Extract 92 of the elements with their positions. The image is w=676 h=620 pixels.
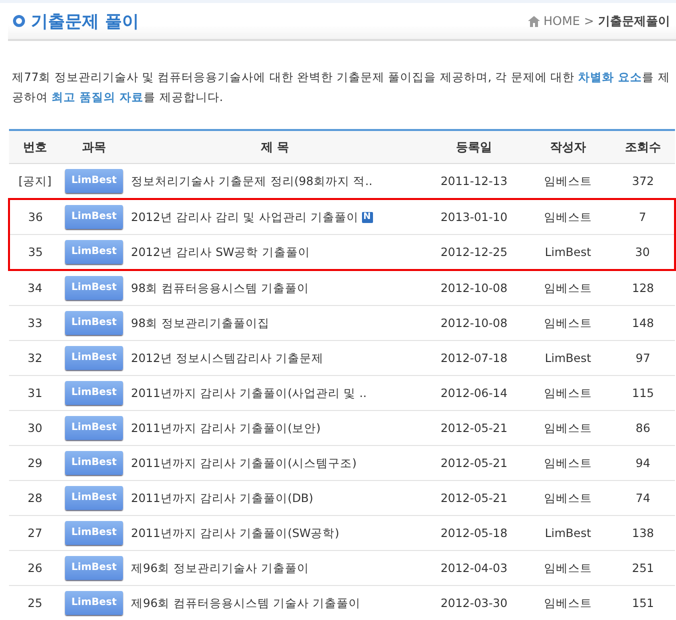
table-cell: 32 — [9, 340, 61, 376]
home-icon — [528, 16, 540, 26]
table-cell: 2012-04-03 — [423, 550, 525, 586]
post-title-link[interactable]: 2011년까지 감리사 기출풀이(시스템구조) — [131, 456, 357, 470]
table-cell: 138 — [611, 516, 675, 550]
post-title-link[interactable]: 제96회 컴퓨터응용시스템 기술사 기출풀이 — [131, 596, 361, 610]
breadcrumb-separator: > — [584, 14, 594, 28]
subject-badge: LimBest — [65, 240, 123, 264]
post-title-link[interactable]: 2011년까지 감리사 기출풀이(사업관리 및 .. — [131, 386, 367, 400]
post-title-link[interactable]: 제96회 정보관리기술사 기출풀이 — [131, 560, 309, 574]
post-title-link[interactable]: 2012년 정보시스템감리사 기출문제 — [131, 350, 324, 364]
table-cell: 372 — [611, 164, 675, 199]
subject-badge: LimBest — [65, 346, 123, 370]
table-cell: 임베스트 — [525, 306, 611, 340]
table-cell: 30 — [9, 410, 61, 446]
column-header: 번호 — [9, 130, 61, 164]
table-cell: 임베스트 — [525, 410, 611, 446]
table-cell: 148 — [611, 306, 675, 340]
table-cell: LimBest — [525, 516, 611, 550]
table-cell: 74 — [611, 480, 675, 516]
subject-badge: LimBest — [65, 311, 123, 335]
table-cell: 임베스트 — [525, 586, 611, 620]
subject-badge: LimBest — [65, 276, 123, 300]
table-cell: 36 — [9, 199, 61, 234]
column-header: 제 목 — [127, 130, 423, 164]
post-title-link[interactable]: 98회 정보관리기출풀이집 — [131, 316, 270, 330]
bullet-icon — [13, 15, 25, 27]
column-header: 조회수 — [611, 130, 675, 164]
table-cell: LimBest — [525, 340, 611, 376]
table-cell: 2012-10-08 — [423, 270, 525, 306]
table-cell: 35 — [9, 234, 61, 270]
table-cell: [공지] — [9, 164, 61, 199]
table-cell: 2012-05-21 — [423, 410, 525, 446]
post-title-link[interactable]: 정보처리기술사 기출문제 정리(98회까지 적.. — [131, 174, 372, 188]
table-cell: 2011-12-13 — [423, 164, 525, 199]
table-cell: 29 — [9, 446, 61, 480]
table-cell: 2012-07-18 — [423, 340, 525, 376]
table-cell: 128 — [611, 270, 675, 306]
table-cell: 2012-05-21 — [423, 446, 525, 480]
table-cell: 97 — [611, 340, 675, 376]
subject-badge: LimBest — [65, 451, 123, 475]
table-cell: 임베스트 — [525, 270, 611, 306]
subject-badge: LimBest — [65, 486, 123, 510]
table-cell: LimBest — [525, 234, 611, 270]
post-title-link[interactable]: 2012년 감리사 SW공학 기출풀이 — [131, 244, 310, 258]
breadcrumb-link[interactable]: HOME — [544, 14, 580, 28]
table-cell: 25 — [9, 586, 61, 620]
intro-text: 제77회 정보관리기술사 및 컴퓨터응용기술사에 대한 완벽한 기출문제 풀이집을 제공하며, 각 문제에 대한 차별화 요소를 제공하여 최고 품질의 자료를 제공합니다. — [12, 69, 671, 106]
subject-badge: LimBest — [65, 169, 123, 193]
post-title-link[interactable]: 2011년까지 감리사 기출풀이(보안) — [131, 420, 321, 434]
table-cell: 임베스트 — [525, 376, 611, 410]
subject-badge: LimBest — [65, 205, 123, 229]
table-cell: 2012-05-21 — [423, 480, 525, 516]
subject-badge: LimBest — [65, 416, 123, 440]
new-badge: N — [362, 212, 373, 223]
table-cell: 251 — [611, 550, 675, 586]
table-cell: 151 — [611, 586, 675, 620]
table-cell: 31 — [9, 376, 61, 410]
table-cell: 33 — [9, 306, 61, 340]
table-cell: 115 — [611, 376, 675, 410]
table-cell: 2012-05-18 — [423, 516, 525, 550]
table-cell: 2012-12-25 — [423, 234, 525, 270]
table-cell: 94 — [611, 446, 675, 480]
table-cell: 27 — [9, 516, 61, 550]
post-title-link[interactable]: 98회 컴퓨터응용시스템 기출풀이 — [131, 280, 309, 294]
column-header: 등록일 — [423, 130, 525, 164]
column-header: 과목 — [61, 130, 127, 164]
table-cell: 2012-10-08 — [423, 306, 525, 340]
post-title-link[interactable]: 2012년 감리사 감리 및 사업관리 기출풀이 — [131, 210, 359, 224]
post-title-link[interactable]: 2011년까지 감리사 기출풀이(SW공학) — [131, 526, 340, 540]
breadcrumb-link[interactable]: 기출문제풀이 — [598, 12, 670, 30]
post-title-link[interactable]: 2011년까지 감리사 기출풀이(DB) — [131, 490, 314, 504]
table-cell: 86 — [611, 410, 675, 446]
table-cell: 34 — [9, 270, 61, 306]
table-cell: 임베스트 — [525, 199, 611, 234]
table-cell: 임베스트 — [525, 164, 611, 199]
table-cell: 2012-06-14 — [423, 376, 525, 410]
table-cell: 7 — [611, 199, 675, 234]
subject-badge: LimBest — [65, 381, 123, 405]
subject-badge: LimBest — [65, 591, 123, 615]
table-cell: 30 — [611, 234, 675, 270]
page-title: 기출문제 풀이 — [31, 10, 139, 32]
table-cell: 2012-03-30 — [423, 586, 525, 620]
table-cell: 26 — [9, 550, 61, 586]
table-cell: 임베스트 — [525, 480, 611, 516]
table-cell: 임베스트 — [525, 550, 611, 586]
table-cell: 2013-01-10 — [423, 199, 525, 234]
table-cell: 28 — [9, 480, 61, 516]
column-header: 작성자 — [525, 130, 611, 164]
subject-badge: LimBest — [65, 521, 123, 545]
table-cell: 임베스트 — [525, 446, 611, 480]
subject-badge: LimBest — [65, 556, 123, 580]
